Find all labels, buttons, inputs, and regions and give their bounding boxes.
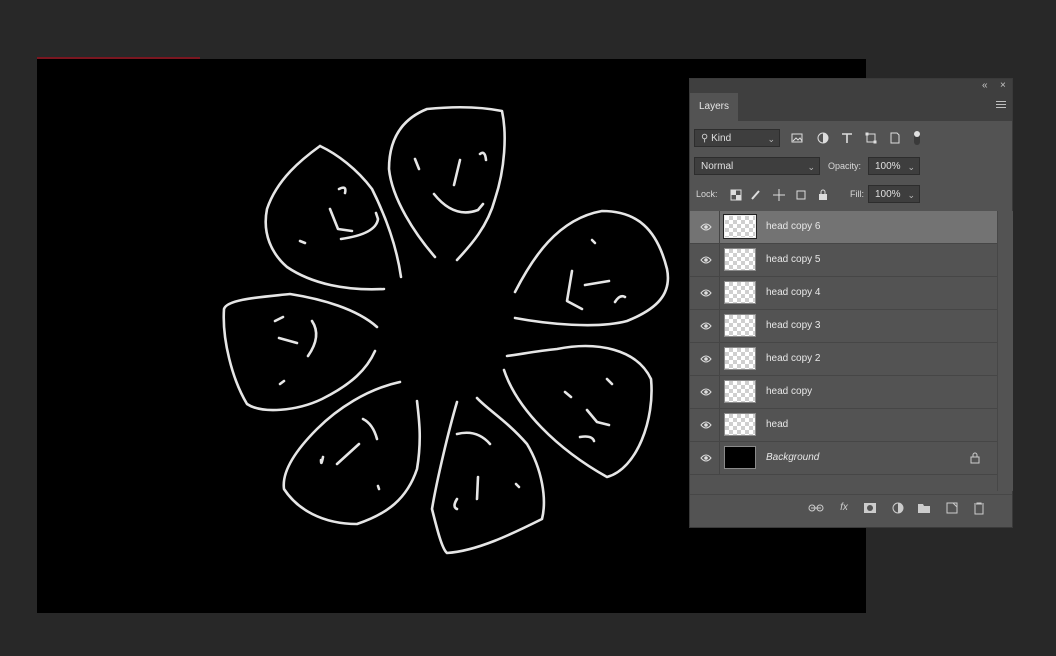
eye-icon[interactable]	[700, 419, 712, 431]
eye-icon[interactable]	[700, 386, 712, 398]
filter-kind-label: Kind	[711, 133, 732, 144]
lock-all-icon[interactable]	[817, 189, 829, 201]
opacity-label: Opacity:	[828, 161, 862, 171]
eye-icon[interactable]	[700, 353, 712, 365]
panel-tabs: Layers	[690, 93, 1012, 121]
type-layer-filter-icon[interactable]	[840, 131, 854, 145]
eye-icon[interactable]	[700, 287, 712, 299]
eye-icon[interactable]	[700, 254, 712, 266]
lock-position-icon[interactable]	[773, 189, 785, 201]
eye-icon[interactable]	[700, 320, 712, 332]
folder-icon[interactable]	[916, 501, 932, 515]
chevron-down-icon: ⌄	[767, 134, 775, 144]
new-layer-icon[interactable]	[944, 501, 960, 515]
blend-row: Normal ⌄ Opacity: 100% ⌄	[690, 155, 1012, 181]
filter-kind-select[interactable]: ⚲ Kind ⌄	[694, 129, 780, 147]
chevron-down-icon: ⌄	[907, 190, 915, 200]
layer-name[interactable]: head copy 3	[766, 310, 821, 342]
layer-row[interactable]: head copy 6	[690, 211, 997, 244]
filter-row: ⚲ Kind ⌄	[690, 127, 1012, 153]
layer-name[interactable]: head copy 4	[766, 277, 821, 309]
fill-value: 100%	[875, 189, 901, 200]
layer-name[interactable]: Background	[766, 442, 819, 474]
lock-transparent-pixels-icon[interactable]	[730, 189, 742, 201]
layer-thumbnail	[724, 248, 756, 271]
trash-icon[interactable]	[971, 501, 987, 515]
layers-scrollbar[interactable]	[997, 211, 1013, 491]
layer-name[interactable]: head copy 2	[766, 343, 821, 375]
layer-row[interactable]: head copy	[690, 376, 997, 409]
layer-name[interactable]: head copy	[766, 376, 812, 408]
eye-icon[interactable]	[700, 452, 712, 464]
layer-thumbnail	[724, 347, 756, 370]
panel-footer: fx	[690, 494, 1012, 522]
lock-icon[interactable]	[969, 452, 981, 464]
lock-image-pixels-icon[interactable]	[750, 189, 762, 201]
layer-thumbnail	[724, 413, 756, 436]
filter-toggle[interactable]	[914, 131, 920, 145]
eye-icon[interactable]	[700, 221, 712, 233]
layer-row[interactable]: head	[690, 409, 997, 442]
close-panel-icon[interactable]: ×	[1000, 79, 1006, 93]
layer-thumbnail	[724, 281, 756, 304]
layer-row[interactable]: head copy 5	[690, 244, 997, 277]
layer-name[interactable]: head copy 6	[766, 211, 821, 243]
opacity-input[interactable]: 100% ⌄	[868, 157, 920, 175]
tab-layers[interactable]: Layers	[690, 93, 738, 121]
lock-label: Lock:	[696, 189, 718, 199]
chevron-down-icon: ⌄	[907, 162, 915, 172]
lock-row: Lock: Fill: 100% ⌄	[690, 183, 1012, 209]
layers-panel: « × Layers ⚲ Kind ⌄ Normal ⌄ Opacity: 10…	[689, 78, 1013, 528]
panel-title-bar[interactable]: « ×	[690, 79, 1012, 93]
mask-icon[interactable]	[862, 501, 878, 515]
fill-label: Fill:	[850, 189, 864, 199]
layer-name[interactable]: head copy 5	[766, 244, 821, 276]
shape-layer-filter-icon[interactable]	[864, 131, 878, 145]
fill-input[interactable]: 100% ⌄	[868, 185, 920, 203]
fx-icon[interactable]: fx	[836, 501, 852, 515]
link-icon[interactable]	[808, 501, 824, 515]
chevron-down-icon: ⌄	[807, 162, 815, 172]
lock-artboard-icon[interactable]	[795, 189, 807, 201]
layer-row[interactable]: head copy 2	[690, 343, 997, 376]
layer-thumbnail	[723, 214, 757, 239]
opacity-value: 100%	[875, 161, 901, 172]
adjustment-icon[interactable]	[890, 501, 906, 515]
smart-object-filter-icon[interactable]	[888, 131, 902, 145]
pixel-layer-filter-icon[interactable]	[790, 131, 804, 145]
layer-row[interactable]: head copy 3	[690, 310, 997, 343]
layer-row[interactable]: Background	[690, 442, 997, 475]
blend-mode-select[interactable]: Normal ⌄	[694, 157, 820, 175]
layer-thumbnail	[724, 446, 756, 469]
layer-name[interactable]: head	[766, 409, 788, 441]
panel-menu-icon[interactable]	[996, 101, 1006, 109]
adjustment-layer-filter-icon[interactable]	[816, 131, 830, 145]
collapse-icon[interactable]: «	[982, 79, 988, 93]
layer-thumbnail	[724, 380, 756, 403]
layer-list: head copy 6 head copy 5 head copy 4 head…	[690, 211, 997, 475]
blend-mode-value: Normal	[701, 161, 734, 172]
layer-row[interactable]: head copy 4	[690, 277, 997, 310]
layer-thumbnail	[724, 314, 756, 337]
